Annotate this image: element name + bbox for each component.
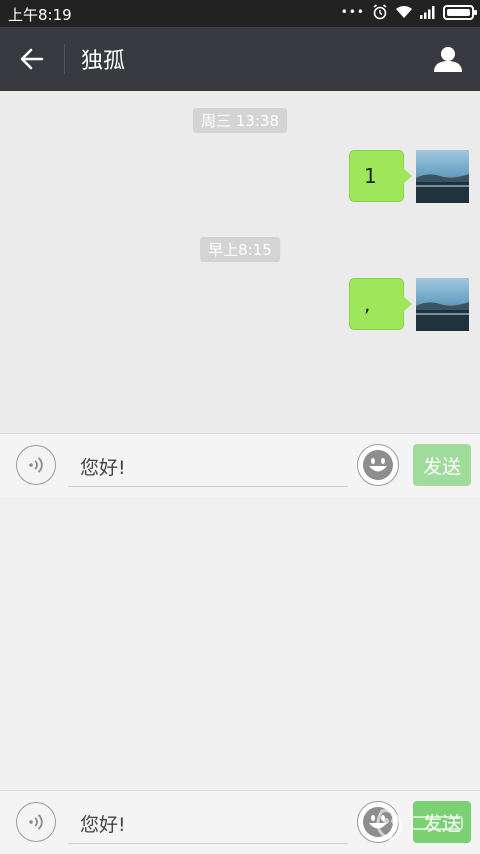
send-button[interactable]: 发送 [413,444,471,486]
voice-icon [29,814,43,830]
voice-button[interactable] [16,445,56,485]
message-row: 1 [349,150,469,203]
message-bubble[interactable]: , [349,278,412,330]
profile-icon [434,47,462,72]
voice-icon [29,457,43,473]
alarm-icon [373,4,387,20]
header-divider [64,44,65,74]
back-button[interactable] [12,39,52,79]
chat-area[interactable]: 周三 13:38 1 早上8:15 , [0,91,480,433]
message-input[interactable]: 您好! [68,801,348,844]
title-bar: 独孤 [0,27,480,91]
message-input[interactable]: 您好! [68,444,348,487]
back-arrow-icon [20,48,44,70]
send-button[interactable]: 发送 [413,801,471,843]
input-bar-duplicate: 您好! 发送 [0,790,480,854]
input-bar: 您好! 发送 [0,433,480,497]
message-input-text: 您好! [80,457,126,479]
avatar[interactable] [416,150,469,203]
status-time: 上午8:19 [8,6,72,24]
emoji-button[interactable] [357,444,399,486]
timestamp: 早上8:15 [200,237,280,262]
wifi-icon [396,5,412,18]
message-row: , [349,278,469,331]
avatar[interactable] [416,278,469,331]
chat-title: 独孤 [81,49,126,74]
profile-button[interactable] [428,39,468,79]
battery-icon [443,4,477,20]
emoji-icon [363,450,393,480]
status-bar: 上午8:19 ••• [0,0,480,27]
message-input-text: 您好! [80,814,126,836]
avatar-image [416,150,469,203]
timestamp: 周三 13:38 [193,108,287,133]
status-icons: ••• [340,4,477,20]
avatar-image [416,278,469,331]
emoji-button[interactable] [357,801,399,843]
voice-button[interactable] [16,802,56,842]
message-bubble[interactable]: 1 [349,150,412,202]
signal-icon [420,5,435,19]
emoji-icon [363,807,393,837]
notification-dots-icon: ••• [340,5,365,19]
